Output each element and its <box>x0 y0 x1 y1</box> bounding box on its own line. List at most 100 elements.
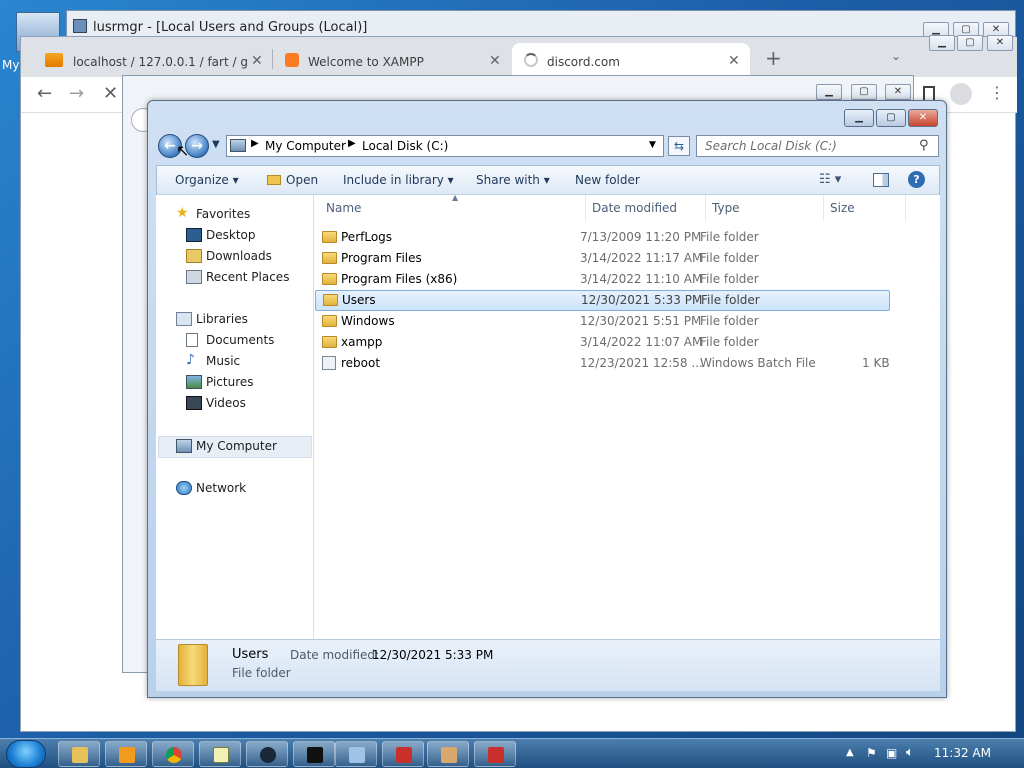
action-center-icon[interactable]: ⚑ <box>866 746 877 760</box>
column-header-name[interactable]: Name ▲ <box>320 193 586 221</box>
column-header-size[interactable]: Size <box>824 195 906 221</box>
file-date: 3/14/2022 11:07 AM <box>580 335 703 349</box>
share-with-button[interactable]: Share with ▾ <box>476 173 550 187</box>
minimize-button[interactable]: ▁ <box>929 35 955 51</box>
file-name: Program Files <box>341 251 422 265</box>
recent-pages-dropdown[interactable]: ▼ <box>212 139 220 150</box>
view-options-icon[interactable]: ☷ ▾ <box>819 172 841 187</box>
network-icon <box>176 481 192 495</box>
taskbar-notepad[interactable] <box>199 741 241 767</box>
back-arrow-icon[interactable]: ← <box>37 83 52 104</box>
computer-icon <box>230 139 246 152</box>
table-row[interactable]: Program Files 3/14/2022 11:17 AM File fo… <box>314 248 914 269</box>
taskbar-clock[interactable]: 11:32 AM <box>934 746 991 760</box>
start-button[interactable] <box>6 740 46 768</box>
taskbar-toolbox[interactable] <box>382 741 424 767</box>
table-row[interactable]: Program Files (x86) 3/14/2022 11:10 AM F… <box>314 269 914 290</box>
new-folder-button[interactable]: New folder <box>575 173 640 187</box>
maximize-button[interactable]: ▢ <box>851 84 877 100</box>
taskbar-users[interactable] <box>427 741 469 767</box>
search-icon[interactable]: ⚲ <box>919 138 929 153</box>
search-input[interactable]: Search Local Disk (C:) <box>705 139 837 153</box>
details-name: Users <box>232 647 269 662</box>
column-header-date[interactable]: Date modified <box>586 195 706 221</box>
column-header-type[interactable]: Type <box>706 195 824 221</box>
mouse-cursor-icon: ↖ <box>176 141 190 160</box>
close-button[interactable]: ✕ <box>987 35 1013 51</box>
command-prompt-icon <box>307 747 323 763</box>
breadcrumb-arrow-icon[interactable]: ▶ <box>251 138 259 149</box>
breadcrumb-my-computer[interactable]: My Computer <box>265 139 346 153</box>
taskbar-toolbox-2[interactable] <box>474 741 516 767</box>
tab-title: localhost / 127.0.0.1 / fart / g | pl <box>73 55 248 69</box>
folder-icon <box>322 336 337 348</box>
open-button[interactable]: Open <box>286 173 318 187</box>
file-type: Windows Batch File <box>700 356 816 370</box>
loading-spinner-icon <box>524 53 538 67</box>
organize-button[interactable]: Organize ▾ <box>175 173 239 187</box>
preview-pane-icon[interactable] <box>873 173 889 187</box>
taskbar: ▲ ⚑ ▣ 🔈︎ 11:32 AM <box>0 738 1024 768</box>
file-type: File folder <box>701 293 760 307</box>
minimize-button[interactable]: ▁ <box>816 84 842 100</box>
close-button[interactable]: ✕ <box>908 109 938 127</box>
taskbar-computer-management[interactable] <box>335 741 377 767</box>
taskbar-steam[interactable] <box>246 741 288 767</box>
libraries-icon <box>176 312 192 326</box>
menu-dots-icon[interactable]: ⋮ <box>989 83 1005 102</box>
maximize-button[interactable]: ▢ <box>957 35 983 51</box>
include-in-library-button[interactable]: Include in library ▾ <box>343 173 454 187</box>
toolbox-icon <box>488 747 504 763</box>
address-dropdown-icon[interactable]: ▼ <box>649 140 656 150</box>
chevron-down-icon[interactable]: ⌄ <box>891 49 901 63</box>
stop-loading-icon[interactable]: ✕ <box>103 83 118 104</box>
folder-icon <box>178 644 208 686</box>
help-icon[interactable]: ? <box>908 171 925 188</box>
close-icon[interactable]: ✕ <box>728 53 740 69</box>
recent-places-icon <box>186 270 202 284</box>
desktop-icon-label[interactable]: My <box>2 58 19 72</box>
explorer-window[interactable]: ▁ ▢ ✕ ← → ▼ ▶ My Computer ▶ Local Disk (… <box>147 100 947 698</box>
table-row[interactable]: xampp 3/14/2022 11:07 AM File folder <box>314 332 914 353</box>
videos-icon <box>186 396 202 410</box>
tab-xampp[interactable]: Welcome to XAMPP ✕ <box>275 43 511 77</box>
close-icon[interactable]: ✕ <box>251 53 263 69</box>
tab-phpmyadmin[interactable]: localhost / 127.0.0.1 / fart / g | pl ✕ <box>25 43 269 77</box>
tab-discord[interactable]: discord.com ✕ <box>512 43 750 77</box>
new-tab-button[interactable]: + <box>765 46 782 70</box>
taskbar-media-player[interactable] <box>105 741 147 767</box>
taskbar-cmd[interactable] <box>293 741 335 767</box>
tab-title: Welcome to XAMPP <box>308 55 424 69</box>
address-bar[interactable]: ▶ My Computer ▶ Local Disk (C:) ▼ <box>226 135 664 157</box>
refresh-button[interactable]: ⇆ <box>668 136 690 156</box>
taskbar-chrome[interactable] <box>152 741 194 767</box>
table-row[interactable]: reboot 12/23/2021 12:58 ... Windows Batc… <box>314 353 914 374</box>
maximize-button[interactable]: ▢ <box>876 109 906 127</box>
close-button[interactable]: ✕ <box>885 84 911 100</box>
forward-arrow-icon[interactable]: → <box>69 83 84 104</box>
table-row[interactable]: PerfLogs 7/13/2009 11:20 PM File folder <box>314 227 914 248</box>
details-type: File folder <box>232 666 291 680</box>
file-type: File folder <box>700 251 759 265</box>
file-date: 3/14/2022 11:17 AM <box>580 251 703 265</box>
breadcrumb-local-disk[interactable]: Local Disk (C:) <box>362 139 448 153</box>
volume-icon[interactable]: 🔈︎ <box>906 745 914 760</box>
network-status-icon[interactable]: ▣ <box>886 746 897 760</box>
file-name: xampp <box>341 335 383 349</box>
phpmyadmin-icon <box>45 53 63 67</box>
folder-icon <box>322 231 337 243</box>
profile-avatar-icon[interactable] <box>950 83 972 105</box>
close-icon[interactable]: ✕ <box>489 53 501 69</box>
table-row-selected[interactable]: Users 12/30/2021 5:33 PM File folder <box>315 290 890 311</box>
folder-icon <box>323 294 338 306</box>
file-type: File folder <box>700 272 759 286</box>
breadcrumb-arrow-icon[interactable]: ▶ <box>348 138 356 149</box>
file-date: 7/13/2009 11:20 PM <box>580 230 702 244</box>
taskbar-explorer[interactable] <box>58 741 100 767</box>
show-hidden-icons[interactable]: ▲ <box>846 747 854 758</box>
desktop-icon <box>186 228 202 242</box>
search-box[interactable]: Search Local Disk (C:) ⚲ <box>696 135 939 157</box>
minimize-button[interactable]: ▁ <box>844 109 874 127</box>
file-type: File folder <box>700 230 759 244</box>
table-row[interactable]: Windows 12/30/2021 5:51 PM File folder <box>314 311 914 332</box>
